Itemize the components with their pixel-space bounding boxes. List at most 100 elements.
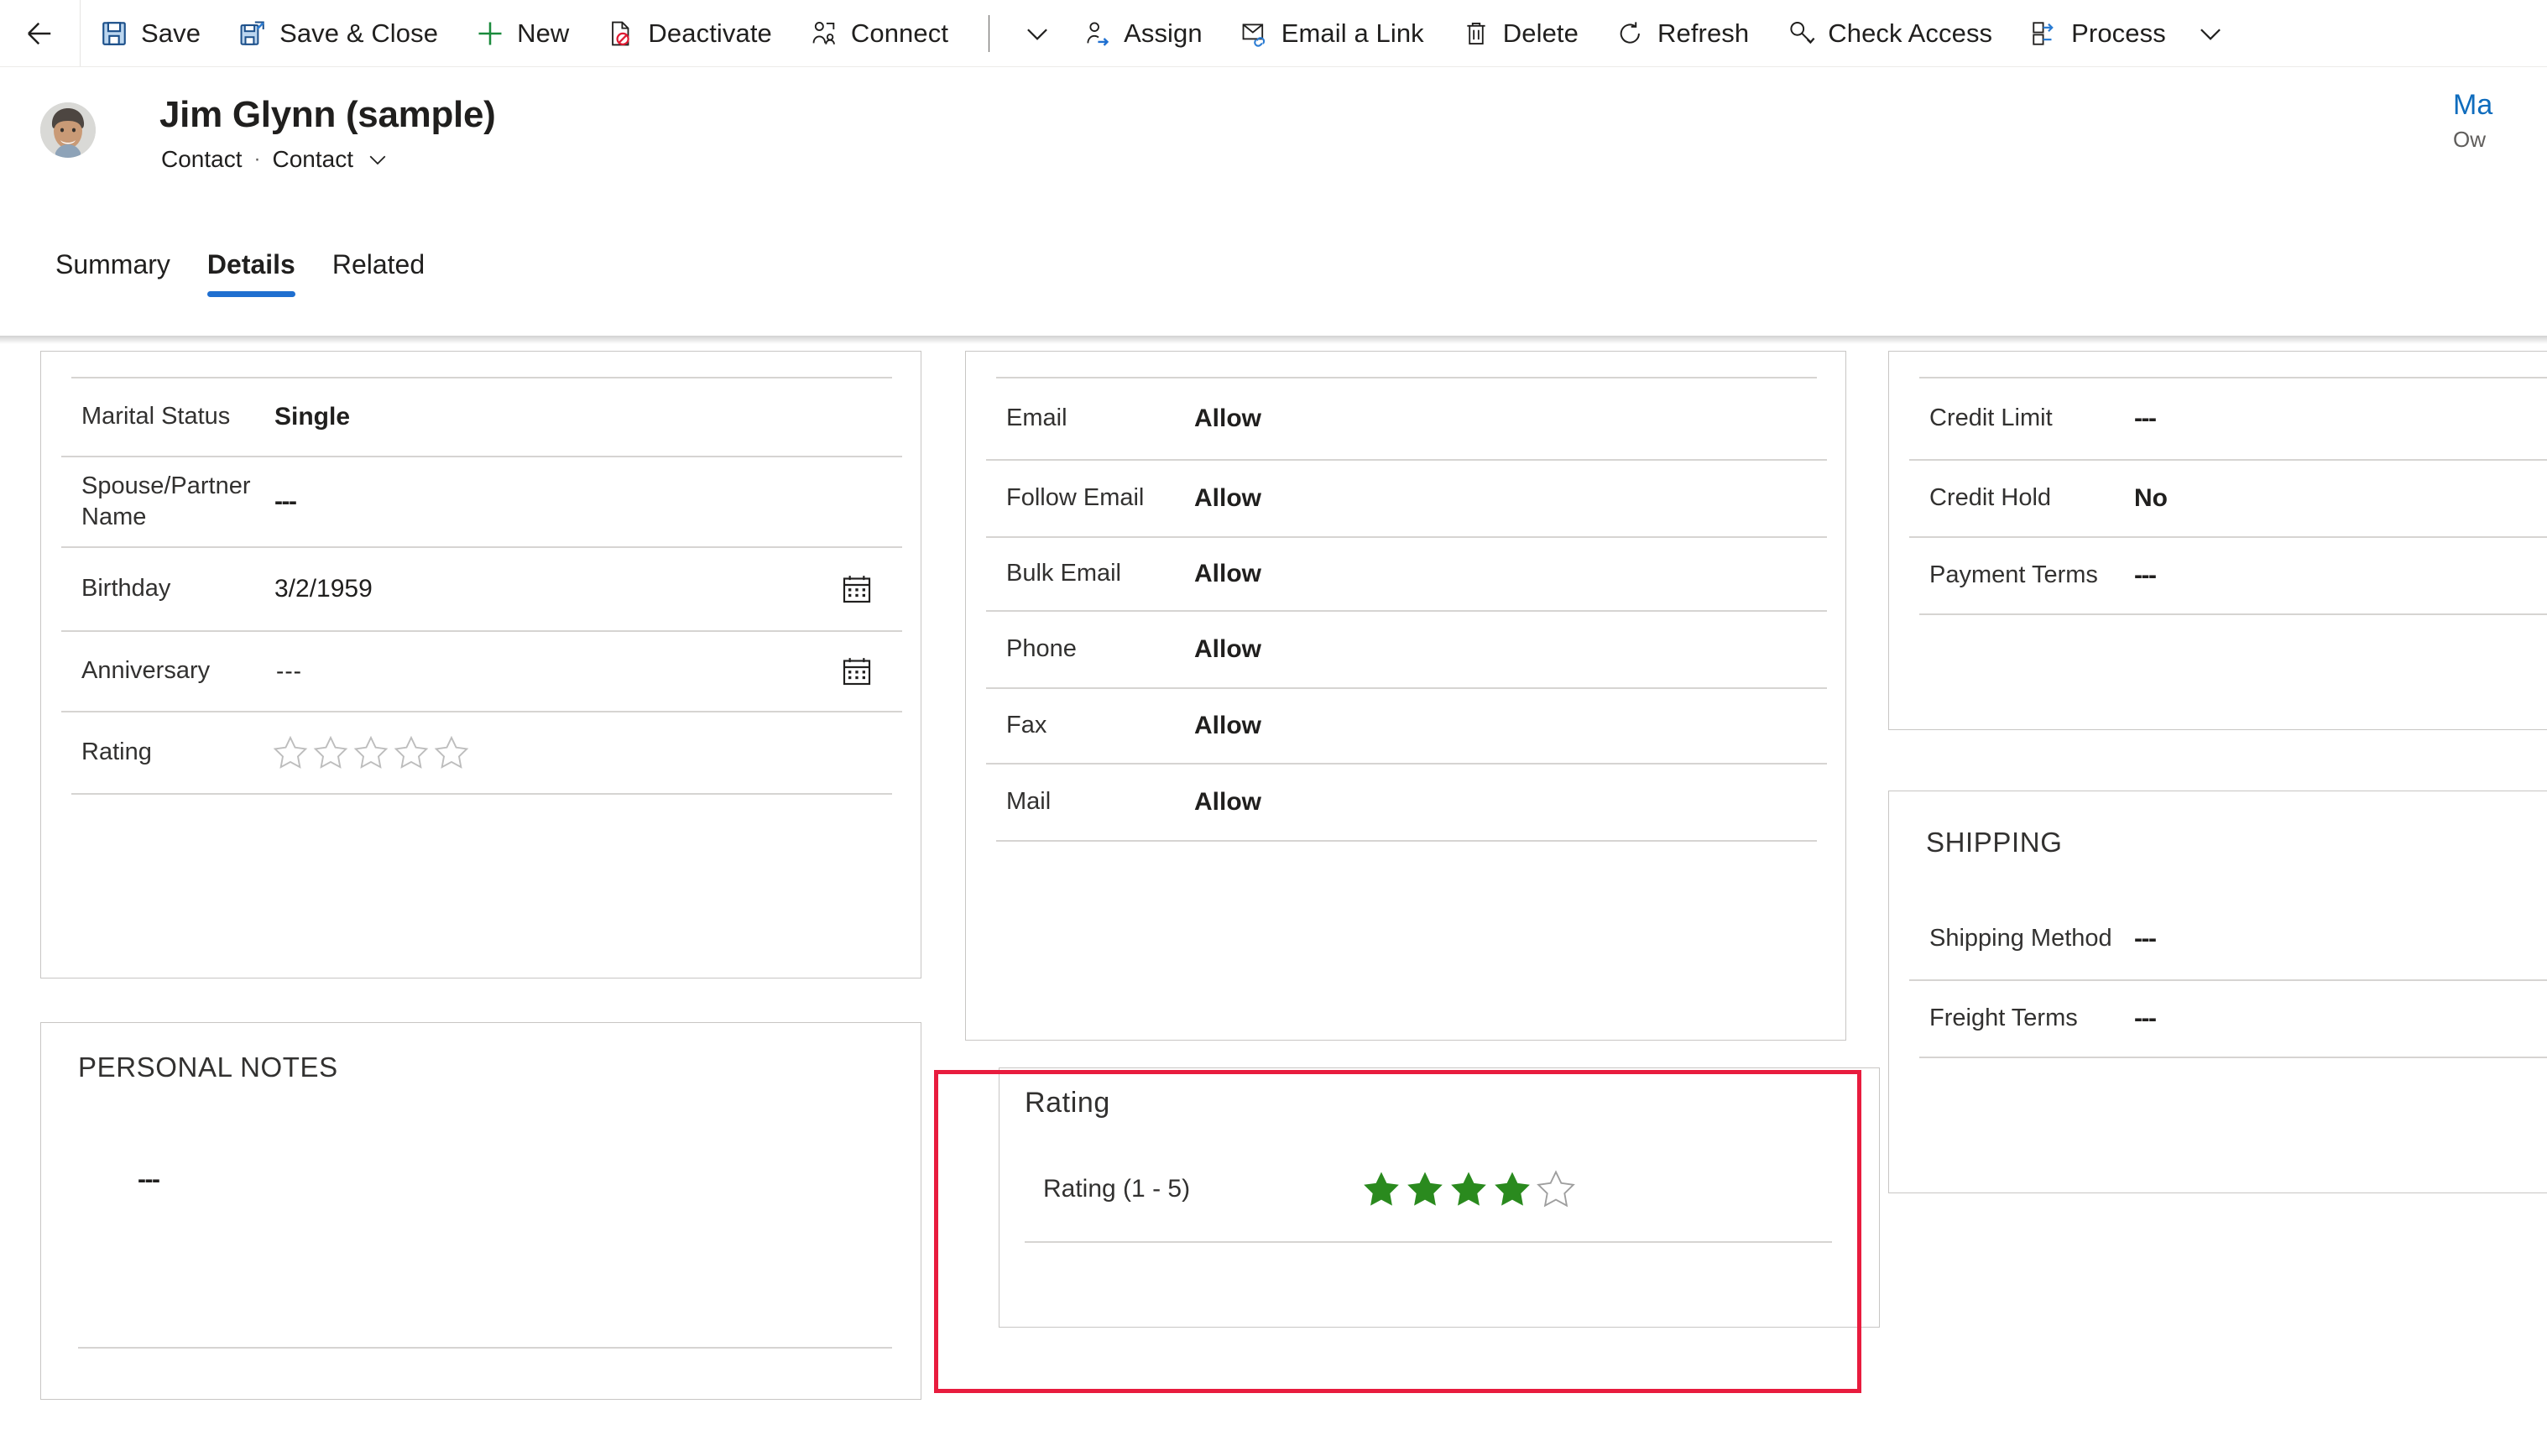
- tab-related-label: Related: [331, 248, 425, 279]
- form-selector-chevron[interactable]: [365, 147, 390, 172]
- field-email-preference[interactable]: Email Allow: [986, 378, 1827, 459]
- record-subtitle: Contact · Contact: [161, 146, 390, 173]
- save-label: Save: [141, 18, 201, 48]
- email-link-icon: [1240, 18, 1270, 49]
- rating-stars-empty[interactable]: [268, 733, 471, 772]
- field-rating[interactable]: Rating: [61, 711, 902, 793]
- owner-label: Ow: [2453, 127, 2486, 152]
- field-label-credit-limit: Credit Limit: [1929, 404, 2053, 432]
- trash-icon: [1461, 18, 1491, 49]
- process-button[interactable]: Process: [2011, 0, 2184, 66]
- chevron-down-icon: [369, 155, 386, 165]
- connect-overflow-chevron-button[interactable]: [1011, 0, 1063, 66]
- process-icon: [2029, 18, 2059, 49]
- back-arrow-icon: [27, 22, 50, 44]
- deactivate-icon: [606, 18, 636, 49]
- field-shipping-method[interactable]: Shipping Method ---: [1909, 899, 2547, 979]
- delete-button[interactable]: Delete: [1443, 0, 1597, 66]
- star-icon: [394, 735, 429, 769]
- field-label-rating: Rating: [81, 738, 152, 766]
- back-button[interactable]: [0, 0, 81, 66]
- new-button[interactable]: New: [457, 0, 587, 66]
- form-name-label: Contact: [272, 146, 354, 172]
- field-label-birthday: Birthday: [81, 575, 171, 603]
- card-bottom-rule: [996, 840, 1817, 842]
- deactivate-button[interactable]: Deactivate: [587, 0, 790, 66]
- field-bulk-email-preference[interactable]: Bulk Email Allow: [986, 536, 1827, 610]
- process-label: Process: [2071, 18, 2166, 48]
- assign-button[interactable]: Assign: [1063, 0, 1221, 66]
- chevron-down-icon: [1027, 28, 1047, 40]
- field-phone-preference[interactable]: Phone Allow: [986, 610, 1827, 687]
- field-value-birthday: 3/2/1959: [274, 575, 373, 603]
- email-a-link-button[interactable]: Email a Link: [1221, 0, 1443, 66]
- field-value-credit-limit: ---: [2134, 404, 2157, 432]
- calendar-icon[interactable]: [840, 655, 874, 688]
- field-payment-terms[interactable]: Payment Terms ---: [1909, 536, 2547, 613]
- shipping-section-title: SHIPPING: [1926, 827, 2063, 858]
- field-label-marital-status: Marital Status: [81, 403, 231, 431]
- field-freight-terms[interactable]: Freight Terms ---: [1909, 979, 2547, 1057]
- personal-notes-value[interactable]: ---: [138, 1166, 160, 1194]
- check-access-icon: [1786, 18, 1816, 49]
- assign-icon: [1082, 18, 1112, 49]
- field-value-email: Allow: [1194, 404, 1261, 432]
- card-bottom-rule: [71, 793, 892, 795]
- check-access-button[interactable]: Check Access: [1767, 0, 2011, 66]
- field-follow-email-preference[interactable]: Follow Email Allow: [986, 459, 1827, 536]
- field-birthday[interactable]: Birthday 3/2/1959: [61, 546, 902, 630]
- field-value-credit-hold: No: [2134, 484, 2168, 512]
- chevron-down-icon: [2200, 28, 2221, 40]
- star-icon: [1407, 1172, 1443, 1206]
- field-label-credit-hold: Credit Hold: [1929, 484, 2052, 512]
- star-icon: [1451, 1172, 1486, 1206]
- calendar-icon[interactable]: [840, 572, 874, 606]
- owner-header-field[interactable]: Ma Ow: [2446, 89, 2547, 153]
- field-mail-preference[interactable]: Mail Allow: [986, 763, 1827, 840]
- field-marital-status[interactable]: Marital Status Single: [61, 378, 902, 456]
- field-credit-hold[interactable]: Credit Hold No: [1909, 459, 2547, 536]
- tab-summary[interactable]: Summary: [37, 237, 189, 292]
- field-value-spouse-partner-name: ---: [274, 488, 297, 515]
- star-icon: [1537, 1170, 1575, 1208]
- star-icon: [434, 735, 469, 769]
- rating-section-title: Rating: [1025, 1087, 1110, 1119]
- field-value-payment-terms: ---: [2134, 561, 2157, 589]
- personal-notes-rule: [78, 1347, 892, 1349]
- entity-type-label: Contact: [161, 146, 243, 172]
- delete-label: Delete: [1502, 18, 1579, 48]
- contact-preferences-card: Email Allow Follow Email Allow Bulk Emai…: [965, 351, 1846, 1041]
- connect-button[interactable]: Connect: [791, 0, 967, 66]
- field-fax-preference[interactable]: Fax Allow: [986, 687, 1827, 763]
- star-icon: [353, 735, 389, 769]
- connect-label: Connect: [850, 18, 949, 48]
- star-icon: [1364, 1172, 1399, 1206]
- refresh-button[interactable]: Refresh: [1597, 0, 1767, 66]
- refresh-icon: [1615, 18, 1646, 49]
- tab-summary-label: Summary: [55, 248, 170, 279]
- tab-related[interactable]: Related: [314, 237, 443, 292]
- command-bar: Save Save & Close New Deactivate Connect…: [0, 0, 2547, 67]
- avatar: [40, 102, 96, 158]
- tab-details-label: Details: [206, 248, 295, 279]
- save-and-close-button[interactable]: Save & Close: [219, 0, 457, 66]
- field-credit-limit[interactable]: Credit Limit ---: [1909, 378, 2547, 459]
- field-spouse-partner-name[interactable]: Spouse/Partner Name ---: [61, 456, 902, 546]
- rating-stars-filled[interactable]: [1224, 1168, 1577, 1210]
- field-label-mail: Mail: [1006, 788, 1052, 816]
- save-button[interactable]: Save: [81, 0, 219, 66]
- field-value-bulk-email: Allow: [1194, 560, 1261, 587]
- assign-label: Assign: [1124, 18, 1203, 48]
- tab-details[interactable]: Details: [189, 237, 314, 297]
- field-value-phone: Allow: [1194, 635, 1261, 663]
- email-a-link-label: Email a Link: [1281, 18, 1424, 48]
- field-label-spouse-partner-name: Spouse/Partner Name: [81, 472, 251, 530]
- star-icon: [273, 735, 308, 769]
- field-anniversary[interactable]: Anniversary ---: [61, 630, 902, 711]
- field-rating-1-5[interactable]: Rating (1 - 5): [1015, 1149, 1864, 1229]
- field-label-follow-email: Follow Email: [1006, 484, 1145, 512]
- field-label-fax: Fax: [1006, 712, 1047, 739]
- card-bottom-rule: [1919, 613, 2547, 615]
- command-overflow-button[interactable]: [2184, 0, 2236, 66]
- save-icon: [99, 18, 129, 49]
